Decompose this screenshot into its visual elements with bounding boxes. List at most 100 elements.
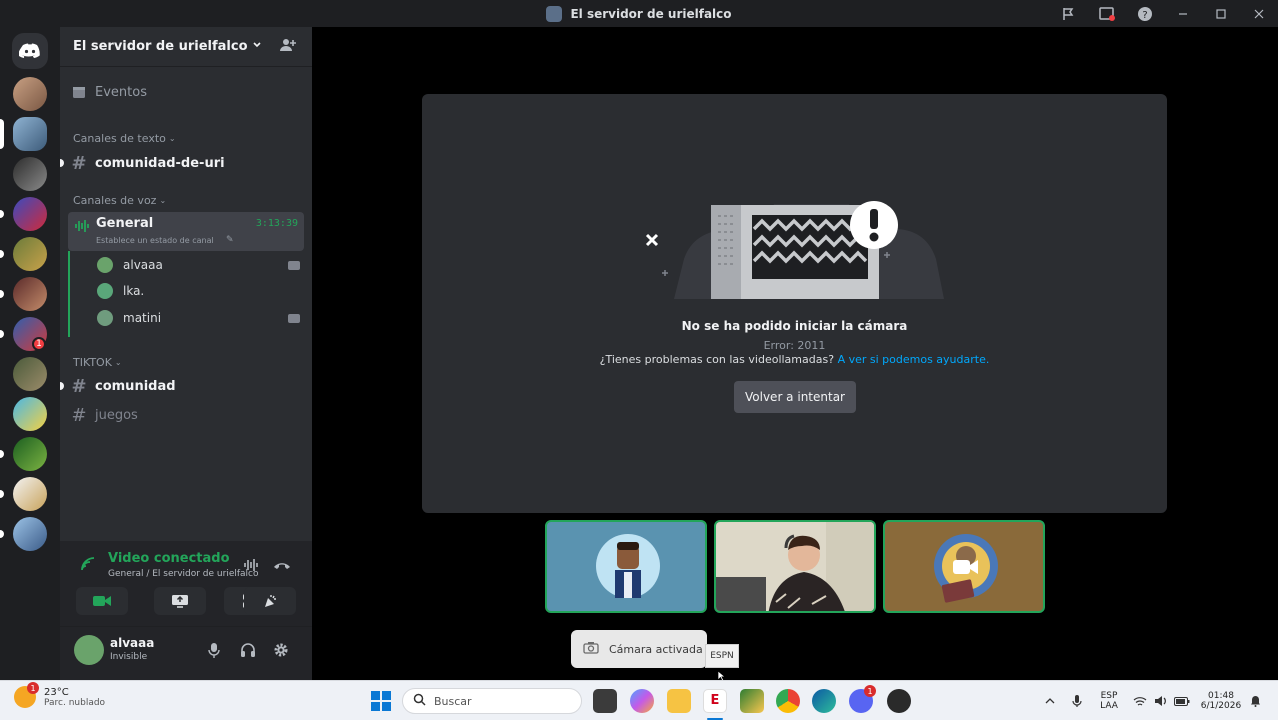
channel-juegos[interactable]: # juegos — [68, 403, 304, 427]
lang-top: ESP — [1100, 691, 1118, 701]
unread-indicator — [60, 159, 64, 167]
microphone-tray-icon[interactable] — [1070, 681, 1084, 720]
avatar[interactable] — [74, 635, 104, 665]
window-title: El servidor de urielfalco — [546, 5, 732, 22]
voice-channel-general[interactable]: General 3:13:39 Establece un estado de c… — [68, 212, 304, 251]
noise-suppression-icon[interactable] — [243, 557, 259, 576]
chevron-up-icon[interactable] — [1043, 681, 1057, 720]
maximize-button[interactable] — [1202, 0, 1240, 27]
help-icon[interactable]: ? — [1126, 0, 1164, 27]
task-view-icon[interactable] — [593, 689, 617, 713]
server-avatar[interactable] — [13, 397, 47, 431]
screen-share-button[interactable] — [154, 587, 206, 615]
clock[interactable]: 01:48 6/1/2026 — [1198, 681, 1244, 720]
copilot-icon[interactable] — [630, 689, 654, 713]
lang-bottom: LAA — [1100, 701, 1118, 711]
windows-start-icon[interactable] — [371, 691, 391, 715]
language-indicator[interactable]: ESP LAA — [1095, 681, 1123, 720]
discord-badge: 1 — [864, 685, 876, 697]
unread-indicator — [0, 530, 4, 538]
volume-icon[interactable] — [1152, 681, 1170, 720]
help-link[interactable]: A ver si podemos ayudarte. — [838, 353, 990, 366]
taskbar-search[interactable]: Buscar — [402, 688, 582, 714]
signal-icon[interactable] — [80, 556, 96, 576]
category-tiktok[interactable]: TIKTOK ⌄ — [73, 356, 122, 369]
discord-logo-icon — [19, 43, 40, 58]
search-placeholder: Buscar — [434, 694, 472, 708]
flag-icon[interactable] — [1050, 0, 1088, 27]
camera-button[interactable] — [76, 587, 128, 615]
server-avatar-current[interactable] — [13, 117, 47, 151]
battery-icon[interactable] — [1173, 681, 1191, 720]
unread-indicator — [0, 330, 4, 338]
voice-status[interactable]: Video conectado — [108, 551, 230, 566]
inbox-icon[interactable] — [1088, 0, 1126, 27]
toast-text: Cámara activada — [609, 642, 703, 656]
file-explorer-icon[interactable] — [667, 689, 691, 713]
soundboard-button[interactable] — [244, 587, 296, 615]
camera-icon — [288, 260, 300, 270]
category-voice-channels[interactable]: Canales de voz ⌄ — [73, 194, 166, 207]
notification-bell-icon[interactable] — [1248, 681, 1262, 720]
unread-indicator — [60, 382, 64, 390]
chevron-down-icon: ⌄ — [114, 358, 122, 367]
settings-icon[interactable] — [272, 641, 290, 659]
category-text-channels[interactable]: Canales de texto ⌄ — [73, 132, 176, 145]
server-avatar[interactable] — [13, 197, 47, 231]
channel-name: General — [96, 216, 154, 231]
edge-icon[interactable] — [812, 689, 836, 713]
channel-status-input[interactable]: Establece un estado de canal — [96, 236, 214, 245]
events-item[interactable]: Eventos — [68, 81, 304, 103]
pencil-icon[interactable]: ✎ — [226, 235, 234, 245]
unread-indicator — [0, 250, 4, 258]
discord-taskbar-icon[interactable]: 1 — [849, 685, 876, 713]
headphones-icon[interactable] — [239, 641, 257, 659]
server-avatar[interactable] — [13, 77, 47, 111]
wifi-icon[interactable] — [1131, 681, 1149, 720]
server-avatar[interactable] — [13, 157, 47, 191]
chrome-icon[interactable] — [776, 689, 800, 713]
weather-icon: 1 — [14, 682, 39, 708]
voice-user-alvaaa[interactable]: alvaaa — [95, 253, 300, 277]
microphone-icon[interactable] — [205, 641, 223, 659]
server-avatar[interactable] — [13, 277, 47, 311]
app-icon[interactable] — [887, 689, 911, 713]
voice-user-lka[interactable]: lka. — [95, 279, 300, 303]
minimize-button[interactable] — [1164, 0, 1202, 27]
voice-location[interactable]: General / El servidor de urielfalco — [108, 569, 259, 579]
add-member-icon[interactable] — [280, 37, 296, 57]
weather-desc: Parc. nublado — [44, 697, 106, 708]
window-title-text: El servidor de urielfalco — [570, 6, 732, 21]
participant-tile-alvaaa[interactable] — [545, 520, 707, 613]
discord-home-button[interactable] — [12, 33, 48, 69]
text-channel-icon: # — [71, 404, 87, 426]
server-avatar[interactable] — [13, 357, 47, 391]
avatar — [95, 255, 115, 275]
username[interactable]: alvaaa — [110, 636, 154, 650]
server-avatar[interactable] — [13, 237, 47, 271]
clock-time: 01:48 — [1208, 691, 1234, 701]
server-header[interactable]: El servidor de urielfalco — [60, 27, 312, 67]
voice-user-matini[interactable]: matini — [95, 306, 300, 330]
participant-tile-matini[interactable] — [883, 520, 1045, 613]
minecraft-icon[interactable] — [740, 689, 764, 713]
channel-comunidad-de-uri[interactable]: # comunidad-de-uri — [60, 151, 304, 175]
camera-icon — [93, 596, 111, 606]
retry-button[interactable]: Volver a intentar — [734, 381, 856, 413]
server-avatar[interactable] — [13, 477, 47, 511]
participant-tile-lka[interactable] — [714, 520, 876, 613]
server-avatar[interactable] — [13, 517, 47, 551]
disconnect-icon[interactable] — [273, 557, 291, 576]
text-channel-icon: # — [71, 375, 87, 397]
unread-indicator — [0, 490, 4, 498]
events-label: Eventos — [95, 84, 147, 100]
voice-user-name: matini — [123, 311, 162, 325]
weather-widget[interactable]: 1 23°C Parc. nublado — [14, 682, 106, 708]
video-stage: No se ha podido iniciar la cámara Error:… — [312, 27, 1278, 682]
server-avatar[interactable] — [13, 437, 47, 471]
close-button[interactable] — [1240, 0, 1278, 27]
channel-comunidad[interactable]: # comunidad — [60, 374, 304, 398]
espn-app-icon[interactable]: E — [703, 689, 727, 713]
server-name[interactable]: El servidor de urielfalco — [73, 39, 262, 54]
screen-share-icon — [172, 595, 188, 608]
